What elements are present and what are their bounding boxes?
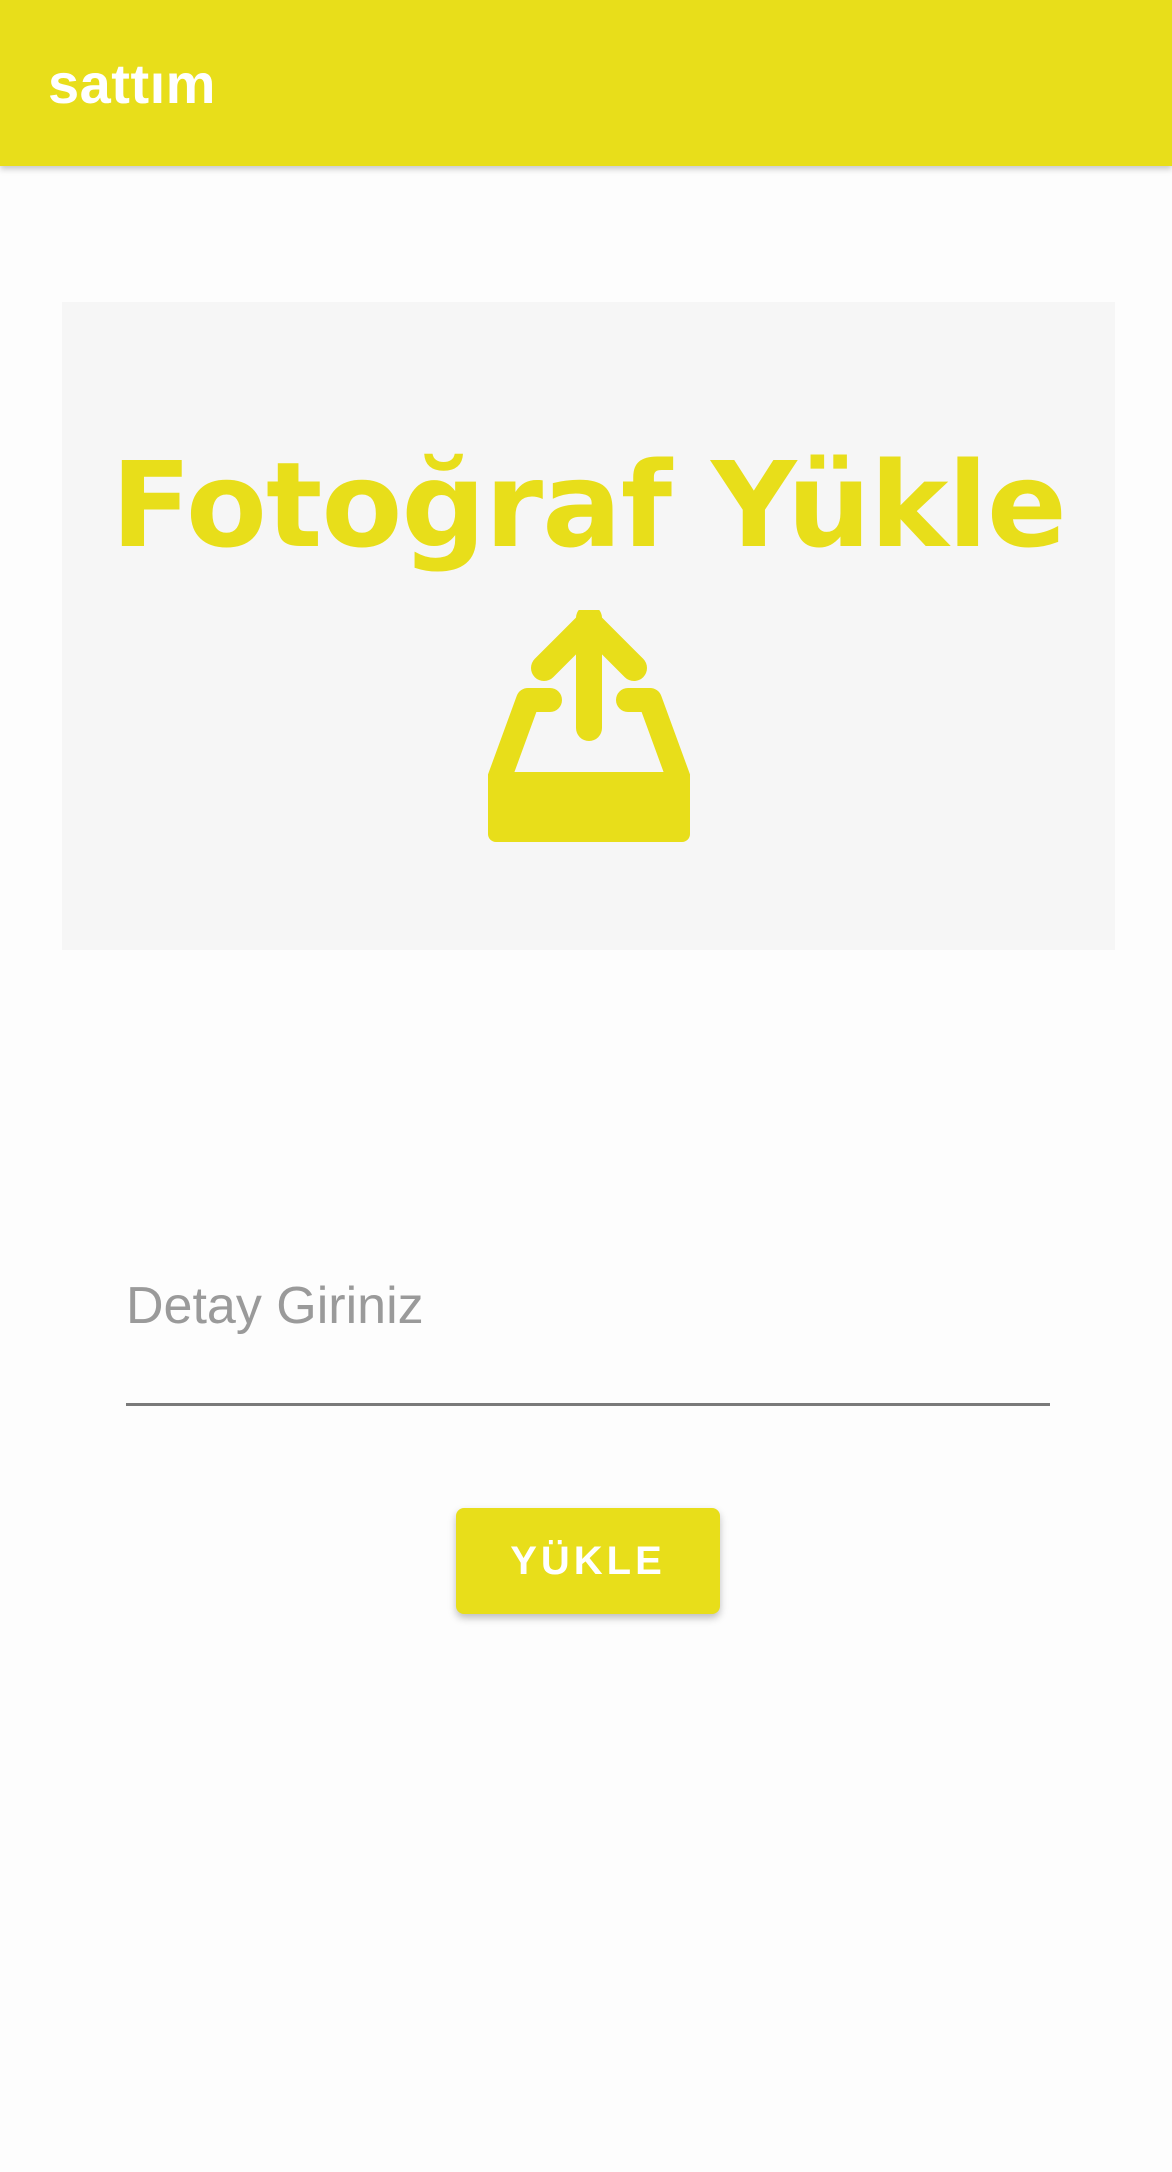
upload-button[interactable]: YÜKLE: [456, 1508, 720, 1614]
detail-input[interactable]: [126, 1190, 1050, 1404]
detail-field[interactable]: [126, 1190, 1050, 1406]
app-bar: sattım: [0, 0, 1172, 166]
upload-heading: Fotoğraf Yükle: [111, 436, 1067, 574]
photo-upload-area[interactable]: Fotoğraf Yükle: [62, 302, 1115, 950]
detail-underline: [126, 1403, 1050, 1406]
upload-tray-icon: [488, 610, 690, 842]
app-title: sattım: [48, 52, 216, 115]
